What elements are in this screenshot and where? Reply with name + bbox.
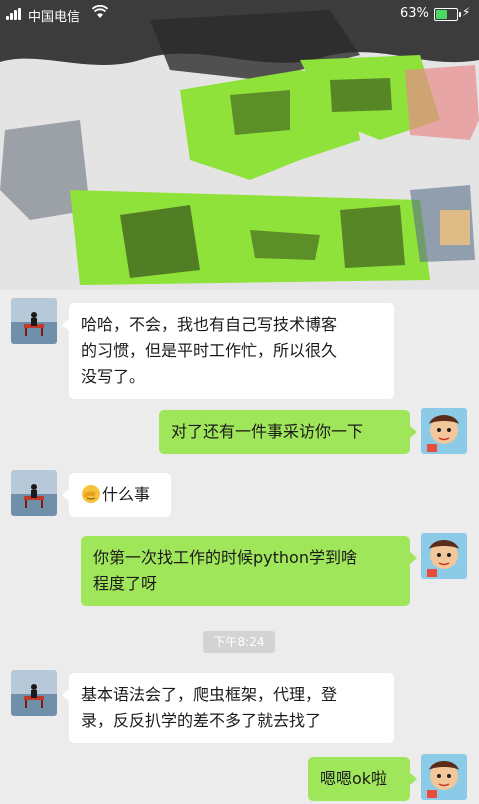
my-avatar[interactable] [421,754,467,800]
message-received[interactable]: 哈哈，不会，我也有自己写技术博客 的习惯，但是平时工作忙，所以很久 没写了。 [62,303,394,399]
message-sent[interactable]: 对了还有一件事采访你一下 [159,410,417,454]
facepalm-emoji-icon [81,484,101,504]
chat-timestamp: 下午8:24 [203,631,275,653]
carrier-label: 中国电信 [28,10,81,25]
message-line: 基本语法会了，爬虫框架，代理，登 [81,685,338,704]
message-line: 录，反反扒学的差不多了就去找了 [81,711,322,730]
my-avatar[interactable] [421,533,467,579]
message-line: 哈哈，不会，我也有自己写技术博客 [81,315,338,334]
message-line: 你第一次找工作的时候python学到啥 [93,548,357,567]
message-line: 对了还有一件事采访你一下 [171,422,364,441]
my-avatar[interactable] [421,408,467,454]
charging-icon: ⚡ [462,5,471,19]
message-line: 程度了呀 [93,574,158,593]
friend-avatar[interactable] [11,470,57,516]
friend-avatar[interactable] [11,298,57,344]
message-line: 的习惯，但是平时工作忙，所以很久 [81,341,338,360]
message-line: 什么事 [102,485,151,504]
message-sent[interactable]: 你第一次找工作的时候python学到啥 程度了呀 [81,536,417,606]
message-line: 嗯嗯ok啦 [320,769,388,788]
signal-icon [6,8,24,20]
redacted-area [0,0,479,290]
message-received[interactable]: 基本语法会了，爬虫框架，代理，登 录，反反扒学的差不多了就去找了 [62,673,394,743]
wifi-icon [91,4,109,23]
message-sent[interactable]: 嗯嗯ok啦 [308,757,417,801]
battery-icon [434,8,461,21]
battery-percent: 63% [400,6,429,21]
friend-avatar[interactable] [11,670,57,716]
message-line: 没写了。 [81,367,146,386]
status-bar: 中国电信 63% ⚡ [0,0,479,28]
message-received[interactable]: 什么事 [62,473,171,517]
